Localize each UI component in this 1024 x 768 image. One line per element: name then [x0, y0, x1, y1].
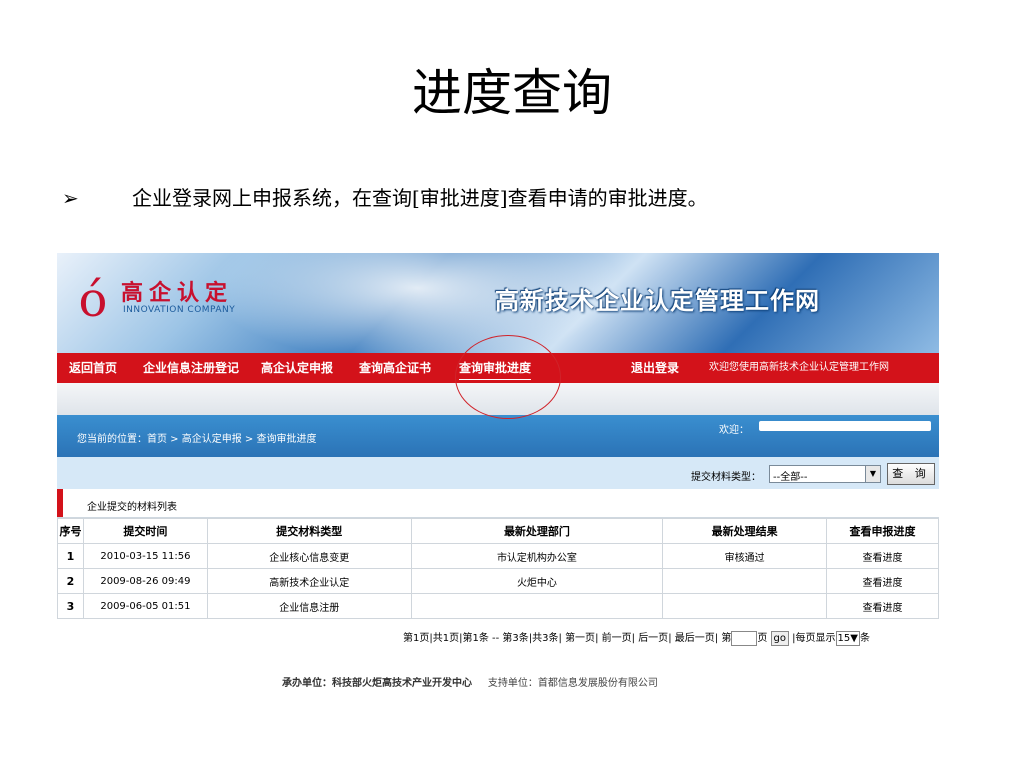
logo-icon: ó [78, 272, 108, 328]
cell-submit-time: 2010-03-15 11:56 [82, 543, 208, 569]
col-latest-result: 最新处理结果 [662, 518, 828, 544]
table-row: 2 2009-08-26 09:49 高新技术企业认定 火炬中心 查看进度 [57, 568, 939, 594]
nav-home[interactable]: 返回首页 [69, 353, 117, 383]
filter-bar: 提交材料类型： --全部-- ▼ 查 询 [57, 457, 939, 489]
footer-support: 支持单位：首都信息发展股份有限公司 [487, 678, 658, 689]
cell-latest-dept [410, 593, 664, 619]
cell-submit-time: 2009-06-05 01:51 [82, 593, 208, 619]
chevron-down-icon[interactable]: ▼ [850, 633, 858, 644]
pager-first[interactable]: 第一页 [565, 633, 595, 644]
breadcrumb: 您当前的位置：首页 > 高企认定申报 > 查询审批进度 [77, 434, 317, 445]
page-number-input[interactable] [731, 630, 758, 646]
annotation-circle [455, 335, 561, 419]
pager-summary: 第1页|共1页|第1条 -- 第3条|共3条| [403, 633, 562, 644]
view-progress-link[interactable]: 查看进度 [826, 543, 939, 569]
table-row: 1 2010-03-15 11:56 企业核心信息变更 市认定机构办公室 审核通… [57, 543, 939, 569]
pager-goto-prefix: 第 [721, 633, 732, 644]
breadcrumb-bar: 您当前的位置：首页 > 高企认定申报 > 查询审批进度 欢迎： [57, 415, 939, 457]
list-header-marker [57, 489, 63, 517]
site-footer: 承办单位：科技部火炬高技术产业开发中心 支持单位：首都信息发展股份有限公司 [282, 674, 658, 689]
list-header: 企业提交的材料列表 [57, 489, 939, 518]
pager-next[interactable]: 后一页 [638, 633, 668, 644]
nav-welcome-text: 欢迎您使用高新技术企业认定管理工作网 [709, 362, 889, 373]
nav-logout[interactable]: 退出登录 [631, 353, 679, 383]
per-page-value: 15 [837, 632, 851, 644]
view-progress-link[interactable]: 查看进度 [826, 593, 939, 619]
cell-latest-dept: 市认定机构办公室 [410, 543, 664, 569]
cell-latest-result [662, 593, 828, 619]
pagination: 第1页|共1页|第1条 -- 第3条|共3条| 第一页| 前一页| 后一页| 最… [403, 630, 870, 646]
cell-index: 2 [57, 568, 84, 594]
bullet-text: 企业登录网上申报系统，在查询[审批进度]查看申请的审批进度。 [132, 186, 708, 210]
material-type-select[interactable]: --全部-- ▼ [769, 465, 881, 483]
cell-material-type: 企业核心信息变更 [206, 543, 412, 569]
per-page-suffix: 条 [859, 633, 870, 644]
pager-prev[interactable]: 前一页 [602, 633, 632, 644]
filter-label: 提交材料类型： [691, 472, 761, 483]
redacted-username [759, 421, 931, 431]
list-title: 企业提交的材料列表 [87, 502, 177, 513]
cell-latest-dept: 火炬中心 [410, 568, 664, 594]
per-page-select[interactable]: 15▼ [835, 630, 860, 646]
cell-index: 3 [57, 593, 84, 619]
web-screenshot: ó 高企认定 INNOVATION COMPANY 高新技术企业认定管理工作网 … [57, 253, 939, 693]
cell-latest-result [662, 568, 828, 594]
material-type-value: --全部-- [773, 472, 808, 483]
query-button[interactable]: 查 询 [887, 463, 935, 485]
pager-goto-suffix: 页 [757, 633, 768, 644]
col-view-progress: 查看申报进度 [826, 518, 939, 544]
nav-company-register[interactable]: 企业信息注册登记 [143, 353, 239, 383]
slide-title: 进度查询 [412, 64, 612, 122]
col-material-type: 提交材料类型 [206, 518, 412, 544]
nav-query-cert[interactable]: 查询高企证书 [359, 353, 431, 383]
cell-latest-result: 审核通过 [662, 543, 828, 569]
materials-table: 序号 提交时间 提交材料类型 最新处理部门 最新处理结果 查看申报进度 1 20… [57, 518, 939, 619]
site-name: 高新技术企业认定管理工作网 [495, 287, 820, 315]
col-index: 序号 [57, 518, 84, 544]
logo-subtitle: INNOVATION COMPANY [123, 305, 236, 315]
go-button[interactable]: go [770, 630, 789, 646]
greeting: 欢迎： [719, 425, 749, 436]
cell-index: 1 [57, 543, 84, 569]
per-page-prefix: |每页显示 [792, 633, 836, 644]
bullet-arrow-icon: ➢ [62, 186, 79, 210]
pager-last[interactable]: 最后一页 [675, 633, 715, 644]
cell-submit-time: 2009-08-26 09:49 [82, 568, 208, 594]
table-row: 3 2009-06-05 01:51 企业信息注册 查看进度 [57, 593, 939, 619]
table-header-row: 序号 提交时间 提交材料类型 最新处理部门 最新处理结果 查看申报进度 [57, 518, 939, 544]
view-progress-link[interactable]: 查看进度 [826, 568, 939, 594]
col-latest-dept: 最新处理部门 [410, 518, 664, 544]
footer-host: 承办单位：科技部火炬高技术产业开发中心 [282, 678, 472, 689]
nav-apply[interactable]: 高企认定申报 [261, 353, 333, 383]
chevron-down-icon[interactable]: ▼ [865, 466, 880, 482]
col-submit-time: 提交时间 [82, 518, 208, 544]
cell-material-type: 企业信息注册 [206, 593, 412, 619]
logo-text: 高企认定 [121, 281, 234, 306]
cell-material-type: 高新技术企业认定 [206, 568, 412, 594]
